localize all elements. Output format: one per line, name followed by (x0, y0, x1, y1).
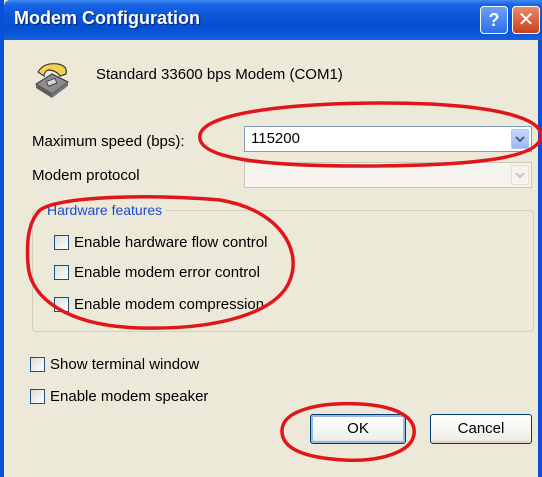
modem-protocol-label: Modem protocol (32, 167, 140, 184)
ok-button[interactable]: OK (310, 414, 406, 444)
checkbox[interactable] (30, 389, 45, 404)
chevron-down-icon[interactable] (511, 165, 529, 185)
modem-error-control-checkbox[interactable]: Enable modem error control (54, 264, 260, 281)
checkbox[interactable] (30, 357, 45, 372)
chevron-down-icon[interactable] (511, 129, 529, 149)
window-title: Modem Configuration (14, 8, 200, 28)
modem-compression-checkbox[interactable]: Enable modem compression (54, 296, 264, 313)
modem-name: Standard 33600 bps Modem (COM1) (96, 66, 343, 83)
checkbox[interactable] (54, 297, 69, 312)
checkbox-label: Enable hardware flow control (74, 234, 268, 251)
modem-configuration-dialog: Modem Configuration ? ✕ Standard 33600 b… (0, 0, 542, 477)
help-button[interactable]: ? (480, 6, 508, 34)
max-speed-dropdown[interactable]: 115200 (244, 126, 532, 152)
hardware-features-title: Hardware features (44, 202, 166, 218)
title-bar[interactable]: Modem Configuration ? ✕ (4, 0, 542, 40)
max-speed-value: 115200 (251, 130, 300, 147)
enable-modem-speaker-checkbox[interactable]: Enable modem speaker (30, 388, 208, 405)
close-button[interactable]: ✕ (512, 6, 540, 34)
checkbox[interactable] (54, 265, 69, 280)
telephone-modem-icon (35, 63, 69, 98)
show-terminal-window-checkbox[interactable]: Show terminal window (30, 356, 199, 373)
checkbox-label: Enable modem error control (74, 264, 260, 281)
max-speed-label: Maximum speed (bps): (32, 133, 185, 150)
checkbox-label: Enable modem compression (74, 296, 265, 313)
checkbox-label: Enable modem speaker (50, 388, 209, 405)
checkbox[interactable] (54, 235, 69, 250)
hardware-flow-control-checkbox[interactable]: Enable hardware flow control (54, 234, 267, 251)
modem-protocol-dropdown[interactable] (244, 162, 532, 188)
checkbox-label: Show terminal window (50, 356, 200, 373)
cancel-button[interactable]: Cancel (430, 414, 532, 444)
